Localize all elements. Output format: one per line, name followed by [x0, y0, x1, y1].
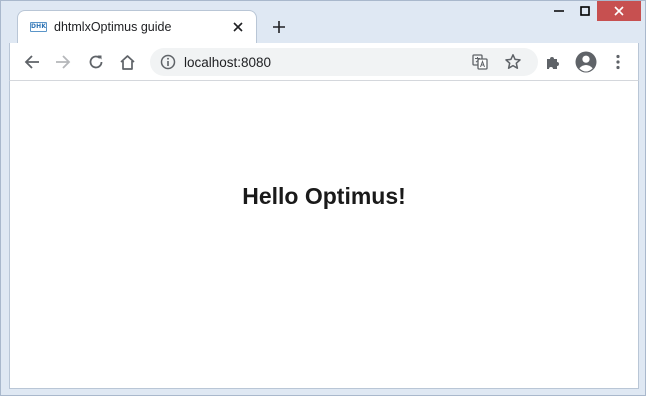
window-close-button[interactable] [597, 1, 641, 21]
address-bar[interactable]: localhost:8080 [150, 48, 538, 76]
tab-title: dhtmlxOptimus guide [54, 20, 172, 34]
browser-tab[interactable]: DHK dhtmlxOptimus guide [17, 10, 257, 43]
plus-icon [273, 21, 285, 33]
page-heading: Hello Optimus! [242, 183, 406, 209]
tab-close-icon[interactable] [230, 19, 246, 35]
arrow-left-icon [24, 55, 39, 69]
account-icon [575, 51, 597, 73]
profile-button[interactable] [574, 50, 598, 74]
more-vert-icon [616, 54, 620, 70]
back-button[interactable] [22, 52, 42, 72]
reload-icon [89, 55, 103, 69]
address-url[interactable]: localhost:8080 [184, 55, 271, 70]
tab-strip: DHK dhtmlxOptimus guide [1, 1, 645, 43]
minimize-button[interactable] [547, 1, 571, 21]
new-tab-button[interactable] [269, 17, 289, 37]
minimize-icon [554, 10, 564, 12]
maximize-icon [580, 6, 590, 16]
browser-window: DHK dhtmlxOptimus guide localhost:8080 H… [0, 0, 646, 396]
arrow-right-icon [56, 55, 71, 69]
info-icon[interactable] [160, 54, 176, 70]
puzzle-icon [547, 57, 559, 69]
reload-button[interactable] [86, 52, 106, 72]
forward-button[interactable] [53, 52, 73, 72]
menu-button[interactable] [608, 52, 628, 72]
browser-toolbar: localhost:8080 [9, 43, 639, 81]
home-button[interactable] [117, 52, 137, 72]
extensions-button[interactable] [543, 52, 563, 72]
tab-favicon: DHK [30, 22, 47, 32]
page-viewport: Hello Optimus! [9, 81, 639, 389]
star-icon[interactable] [504, 53, 522, 71]
translate-icon[interactable] [472, 54, 488, 70]
close-icon [614, 6, 624, 16]
maximize-button[interactable] [573, 1, 597, 21]
home-icon [119, 54, 135, 70]
